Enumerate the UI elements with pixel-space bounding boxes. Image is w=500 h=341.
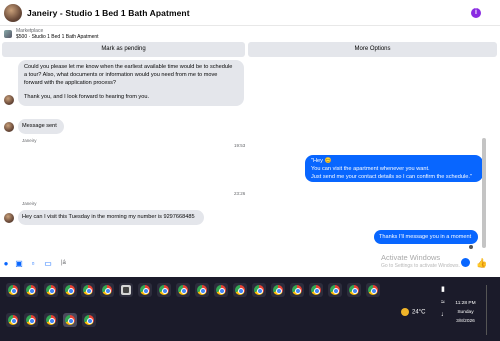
gif-icon[interactable]: ▭ bbox=[44, 259, 52, 268]
taskbar-divider bbox=[486, 285, 487, 335]
message-bubble-inquiry: Could you please let me know when the ea… bbox=[18, 60, 244, 106]
app-icon[interactable] bbox=[119, 283, 133, 297]
browser-icon[interactable] bbox=[82, 313, 96, 327]
activation-watermark-subtitle: Go to Settings to activate Windows. bbox=[381, 263, 460, 269]
listing-thumbnail bbox=[4, 30, 12, 38]
weather-widget[interactable]: 24°C bbox=[401, 308, 425, 316]
info-icon[interactable]: i bbox=[471, 8, 481, 18]
message-list[interactable]: Could you please let me know when the ea… bbox=[0, 58, 500, 253]
conversation-header: Janeiry - Studio 1 Bed 1 Bath Apatment i bbox=[0, 0, 500, 26]
sender-name: Janeiry bbox=[22, 138, 37, 143]
browser-icon[interactable] bbox=[366, 283, 380, 297]
message-text: Message sent bbox=[22, 123, 57, 129]
windows-taskbar: 24°C ▮ ≈ ♩ 11:28 PM Sunday 3/8/2026 bbox=[0, 277, 500, 341]
contact-avatar-small bbox=[4, 213, 14, 223]
mark-as-pending-button[interactable]: Mark as pending bbox=[2, 42, 245, 57]
browser-icon[interactable] bbox=[214, 283, 228, 297]
browser-icon[interactable] bbox=[24, 283, 38, 297]
contact-avatar-small bbox=[4, 95, 14, 105]
contact-avatar-small bbox=[4, 122, 14, 132]
browser-icon[interactable] bbox=[290, 283, 304, 297]
browser-icon[interactable] bbox=[138, 283, 152, 297]
timestamp: 23:26 bbox=[234, 191, 246, 196]
wifi-icon[interactable]: ≈ bbox=[441, 299, 445, 306]
sender-name: Janeiry bbox=[22, 201, 37, 206]
browser-icon[interactable] bbox=[347, 283, 361, 297]
listing-detail: $500 · Studio 1 Bed 1 Bath Apatment bbox=[16, 34, 99, 40]
contact-avatar[interactable] bbox=[4, 3, 22, 22]
message-bubble-sent-notice: Message sent bbox=[18, 119, 64, 134]
message-text: a tour? Also, what documents or informat… bbox=[24, 72, 218, 78]
message-text: Thank you, and I look forward to hearing… bbox=[24, 94, 149, 100]
message-bubble-reply: "Hey 😊 You can visit the apartment whene… bbox=[305, 155, 483, 182]
message-text: You can visit the apartment whenever you… bbox=[311, 166, 430, 172]
browser-icon[interactable] bbox=[63, 283, 77, 297]
battery-icon[interactable]: ▮ bbox=[441, 285, 445, 293]
message-text: forward with the application process? bbox=[24, 80, 117, 86]
clock-time: 11:28 PM bbox=[455, 301, 476, 306]
message-text: "Hey 😊 bbox=[311, 158, 332, 164]
browser-icon[interactable] bbox=[195, 283, 209, 297]
browser-icon[interactable] bbox=[309, 283, 323, 297]
browser-icon[interactable] bbox=[44, 283, 58, 297]
seen-indicator bbox=[469, 245, 473, 249]
browser-icon[interactable] bbox=[252, 283, 266, 297]
browser-icon[interactable] bbox=[81, 283, 95, 297]
sticker-icon[interactable]: ▫ bbox=[29, 259, 37, 268]
emoji-icon[interactable] bbox=[461, 258, 470, 267]
message-bubble-confirm: Thanks I'll message you in a moment bbox=[374, 230, 478, 244]
browser-icon[interactable] bbox=[6, 283, 20, 297]
browser-icon[interactable] bbox=[271, 283, 285, 297]
browser-icon[interactable] bbox=[6, 313, 20, 327]
temperature-text: 24°C bbox=[412, 309, 426, 316]
browser-icon[interactable] bbox=[176, 283, 190, 297]
message-text: Thanks I'll message you in a moment bbox=[379, 234, 472, 240]
activation-watermark-title: Activate Windows bbox=[381, 253, 441, 262]
image-icon[interactable]: ▣ bbox=[15, 259, 23, 268]
message-text: Just send me your contact details so I c… bbox=[311, 174, 472, 180]
timestamp: 19:53 bbox=[234, 143, 246, 148]
sun-icon bbox=[401, 308, 409, 316]
conversation-title[interactable]: Janeiry - Studio 1 Bed 1 Bath Apatment bbox=[27, 8, 190, 18]
more-options-button[interactable]: More Options bbox=[248, 42, 497, 57]
like-icon[interactable]: 👍 bbox=[476, 258, 487, 268]
browser-icon[interactable] bbox=[24, 313, 38, 327]
system-clock[interactable]: 11:28 PM Sunday 3/8/2026 bbox=[448, 299, 483, 326]
message-bubble-visit-request: Hey can I visit this Tuesday in the morn… bbox=[18, 210, 204, 225]
browser-icon-active[interactable] bbox=[63, 313, 77, 327]
message-text: Hey can I visit this Tuesday in the morn… bbox=[22, 214, 195, 220]
clock-date: 3/8/2026 bbox=[456, 319, 475, 324]
browser-icon[interactable] bbox=[233, 283, 247, 297]
messenger-window: Janeiry - Studio 1 Bed 1 Bath Apatment i… bbox=[0, 0, 500, 341]
microphone-icon[interactable]: ● bbox=[2, 259, 10, 268]
message-input[interactable]: |á bbox=[61, 260, 66, 266]
chat-scrollbar[interactable] bbox=[482, 138, 486, 248]
browser-icon[interactable] bbox=[328, 283, 342, 297]
volume-icon[interactable]: ♩ bbox=[441, 311, 448, 318]
message-text: Could you please let me know when the ea… bbox=[24, 64, 233, 70]
clock-day: Sunday bbox=[457, 310, 474, 315]
browser-icon[interactable] bbox=[157, 283, 171, 297]
browser-icon[interactable] bbox=[100, 283, 114, 297]
marketplace-listing[interactable]: Marketplace $500 · Studio 1 Bed 1 Bath A… bbox=[0, 26, 500, 42]
browser-icon[interactable] bbox=[44, 313, 58, 327]
message-composer: ● ▣ ▫ ▭ |á Activate Windows Go to Settin… bbox=[0, 253, 500, 275]
